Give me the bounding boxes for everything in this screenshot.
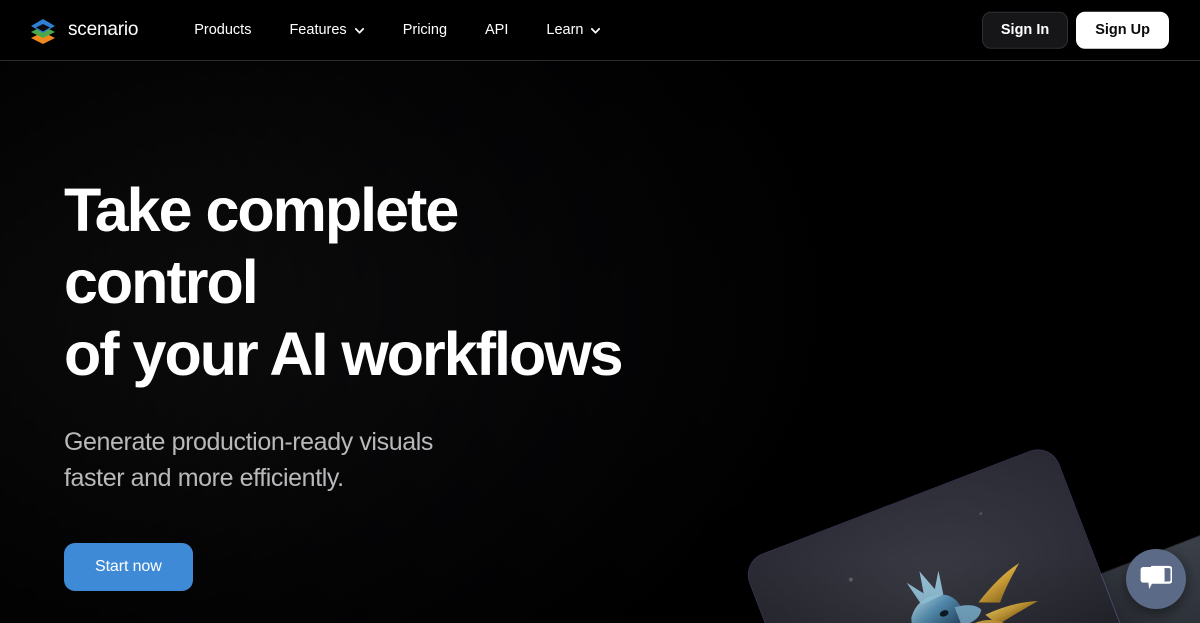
nav-links: Products Features Pricing API Learn: [194, 16, 601, 44]
hero-section: Take complete control of your AI workflo…: [0, 61, 1200, 623]
chevron-down-icon: [354, 27, 364, 34]
landing-page: scenario Products Features Pricing API L…: [0, 0, 1200, 623]
nav-item-label: Features: [289, 22, 347, 38]
headline-line-2: control: [64, 248, 259, 316]
scenario-diamond-logo-icon: [28, 15, 58, 45]
nav-item-features[interactable]: Features: [289, 16, 364, 44]
nav-item-pricing[interactable]: Pricing: [403, 16, 447, 44]
nav-item-label: Learn: [546, 22, 584, 38]
nav-item-products[interactable]: Products: [194, 16, 251, 44]
brand-logo-link[interactable]: scenario: [28, 15, 138, 45]
headline-line-3: of your AI workflows: [64, 320, 624, 388]
nav-item-label: Pricing: [402, 22, 448, 38]
top-navigation-bar: scenario Products Features Pricing API L…: [0, 0, 1200, 61]
headline-line-1: Take complete: [64, 176, 459, 244]
nav-item-label: API: [485, 22, 509, 38]
nav-item-label: Products: [194, 22, 252, 38]
chevron-down-icon: [591, 27, 601, 34]
page-title: Take complete control of your AI workflo…: [64, 174, 624, 390]
sign-up-button[interactable]: Sign Up: [1076, 11, 1169, 49]
chat-widget-button[interactable]: [1126, 549, 1186, 609]
chat-bubbles-icon: [1140, 565, 1172, 589]
subtitle-line-2: faster and more efficiently.: [64, 464, 344, 492]
nav-auth-actions: Sign In Sign Up: [981, 11, 1169, 49]
subtitle-line-1: Generate production-ready visuals: [64, 428, 433, 456]
hero-subtitle: Generate production-ready visuals faster…: [64, 424, 534, 496]
nav-item-learn[interactable]: Learn: [546, 16, 601, 44]
brand-name: scenario: [68, 19, 139, 40]
hero-copy: Take complete control of your AI workflo…: [64, 174, 624, 591]
nav-item-api[interactable]: API: [485, 16, 508, 44]
start-now-button[interactable]: Start now: [64, 543, 193, 591]
sign-in-button[interactable]: Sign In: [981, 11, 1069, 49]
